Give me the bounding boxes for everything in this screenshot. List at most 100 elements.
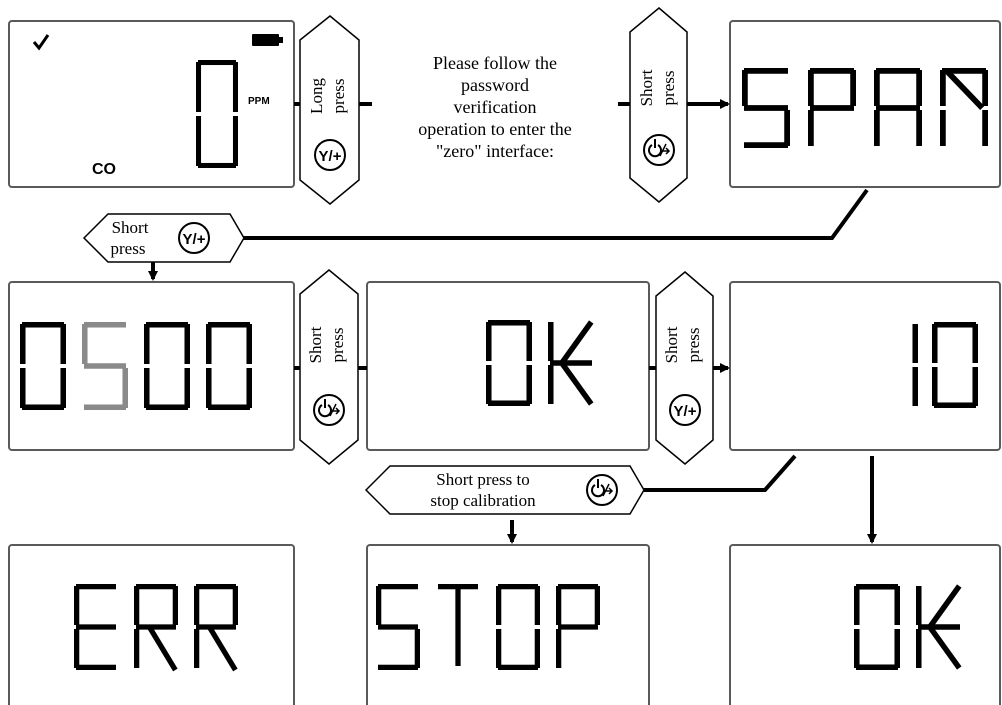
lcd-segment [912,324,918,363]
lcd-segment [784,110,790,146]
lcd-segment [486,322,492,361]
y-plus-button-text: Y/+ [674,403,697,420]
connector-countdown-to-stop-note [644,454,797,492]
screen-main: PPM CO [8,20,295,188]
stop-calibration-line-2: stop calibration [430,491,536,510]
screen-stop [366,544,650,705]
lcd-segment [184,368,190,408]
lcd-segment [198,60,236,66]
lcd-segment [972,324,978,363]
lcd-segment [22,322,64,328]
lcd-segment [184,324,190,364]
lcd-segment [498,584,538,590]
lcd-segment [548,365,554,404]
lcd-segment [76,584,116,590]
lcd-segment [208,322,250,328]
screen-set-value [8,281,295,451]
lcd-segment [916,110,922,146]
password-note-line-3: verification [454,97,537,117]
lcd-segment [876,105,920,111]
lcd-segment [916,586,922,625]
lcd-segment [194,586,200,625]
lcd-segment [810,105,854,111]
lcd-segment [526,365,532,404]
lcd-segment [196,116,202,166]
lcd-segment [378,624,418,630]
short-press-label-1: Short [637,69,656,106]
lcd-segment [20,368,26,408]
lcd-segment [496,629,502,668]
lcd-segment [486,365,492,404]
lcd-segment [856,584,898,590]
lcd-segment [742,70,748,106]
lcd-segment [534,629,540,668]
lcd-segment [548,322,554,361]
lcd-segment [918,624,960,630]
lcd-segment [558,624,598,630]
screen-ok-1 [366,281,650,451]
screen-ok-2 [729,544,1001,705]
lcd-segment [932,367,938,406]
short-press-label-1: Short [662,326,681,363]
lcd-segment [60,368,66,408]
lcd-segment [932,324,938,363]
lcd-segment [912,367,918,406]
lcd-segment [972,367,978,406]
power-arrow-button-icon [643,134,675,166]
lcd-segment [526,322,532,361]
y-plus-button-icon: Y/+ [314,139,346,171]
lcd-segment [556,629,562,668]
screen-countdown [729,281,1001,451]
lcd-segment [894,629,900,668]
lcd-segment [22,404,64,410]
lcd-segment [84,322,126,328]
lcd-segment [74,586,80,625]
stop-calibration-line-1: Short press to [436,470,530,489]
step-long-press: Long press Y/+ [299,15,360,205]
lcd-segment [146,322,188,328]
lcd-segment [498,664,538,670]
short-press-label-2: press [684,328,703,363]
lcd-segment [232,62,238,112]
lcd-segment [558,584,598,590]
lcd-segment [84,363,126,369]
lcd-segment [414,629,420,668]
lcd-segment [134,629,140,668]
lcd-segment [744,105,788,111]
lcd-segment [136,624,176,630]
long-press-label-2: press [329,79,348,114]
lcd-segment [982,70,988,106]
screen-err [8,544,295,705]
calibration-flow-diagram: PPM CO Long press Y/+ Please follow the … [8,7,1001,705]
lcd-segment [876,68,920,74]
main-gas-label: CO [92,161,116,178]
lcd-segment [856,664,898,670]
lcd-segment [894,586,900,625]
step-short-press-y-2: Short press Y/+ [655,271,714,465]
lcd-segment [206,324,212,364]
screen-span [729,20,1001,188]
lcd-segment [744,68,788,74]
step-stop-calibration: Short press to stop calibration [364,465,645,515]
password-note-line-2: password [461,75,529,95]
battery-icon [252,34,283,46]
step-short-press-y: Short press Y/+ [82,213,245,263]
password-note-line-5: "zero" interface: [436,141,554,161]
lcd-segment [134,586,140,625]
lcd-segment [934,322,976,328]
password-note-line-1: Please follow the [433,53,557,73]
lcd-segment [808,110,814,146]
lcd-segment [82,324,88,364]
lcd-segment [246,324,252,364]
lcd-segment [854,629,860,668]
short-press-y-label-1: Short [112,218,149,237]
step-short-press-power-2: Short press [299,269,359,465]
short-press-y-label-2: press [111,239,146,258]
y-plus-button-icon: Y/+ [669,394,701,426]
lcd-segment [232,116,238,166]
lcd-segment [940,70,946,106]
lcd-segment [810,68,854,74]
lcd-segment [378,584,418,590]
y-plus-button-icon: Y/+ [178,222,210,254]
lcd-segment [198,162,236,168]
